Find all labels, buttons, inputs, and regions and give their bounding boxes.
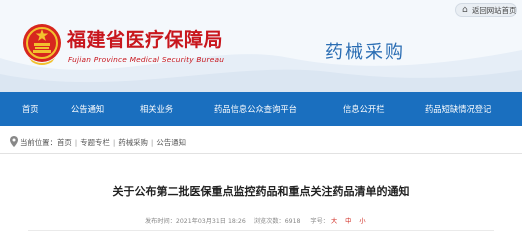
location-pin-icon [10,136,18,147]
nav-item-notices[interactable]: 公告通知 [71,103,104,115]
nav-item-drug-query[interactable]: 药品信息公众查询平台 [214,103,297,115]
org-name-en: Fujian Province Medical Security Bureau [68,55,225,64]
nav-item-disclosure[interactable]: 信息公开栏 [343,103,385,115]
breadcrumb-link-procurement[interactable]: 药械采购 [118,138,148,147]
home-icon: ⌂ [462,5,468,15]
breadcrumb-link-topics[interactable]: 专题专栏 [80,138,110,147]
view-count: 浏览次数：6918 [253,218,301,225]
article-meta: 发布时间：2021年03月31日 18:26 浏览次数：6918 字号：大 中 小 [145,216,366,225]
breadcrumb-separator: | [74,138,78,147]
published-time: 发布时间：2021年03月31日 18:26 [145,218,246,225]
site-header: 福建省医疗保障局 Fujian Province Medical Securit… [0,0,522,92]
content-divider [28,230,494,231]
breadcrumb-link-home[interactable]: 首页 [57,138,72,147]
org-name-cn: 福建省医疗保障局 [67,29,224,51]
breadcrumb-prefix: 当前位置： [20,138,57,147]
breadcrumb-separator: | [150,138,154,147]
font-size-small-button[interactable]: 小 [359,218,365,225]
font-size-large-button[interactable]: 大 [331,218,337,225]
nav-item-business[interactable]: 相关业务 [140,103,173,115]
back-to-home-button[interactable]: ⌂ 返回网站首页 [455,3,517,17]
breadcrumb-separator: | [112,138,116,147]
font-size-label: 字号： [310,218,329,225]
nav-item-home[interactable]: 首页 [22,103,39,115]
breadcrumb-link-notices[interactable]: 公告通知 [156,138,186,147]
national-emblem-icon [23,24,61,65]
nav-item-shortage[interactable]: 药品短缺情况登记 [425,103,491,115]
section-title: 药械采购 [325,42,405,63]
font-size-medium-button[interactable]: 中 [345,218,351,225]
main-nav: 首页 公告通知 相关业务 药品信息公众查询平台 信息公开栏 药品短缺情况登记 [0,92,522,126]
back-to-home-label: 返回网站首页 [472,6,517,15]
article-title: 关于公布第二批医保重点监控药品和重点关注药品清单的通知 [112,185,410,198]
breadcrumb: 当前位置：首页 | 专题专栏 | 药械采购 | 公告通知 [0,133,522,154]
